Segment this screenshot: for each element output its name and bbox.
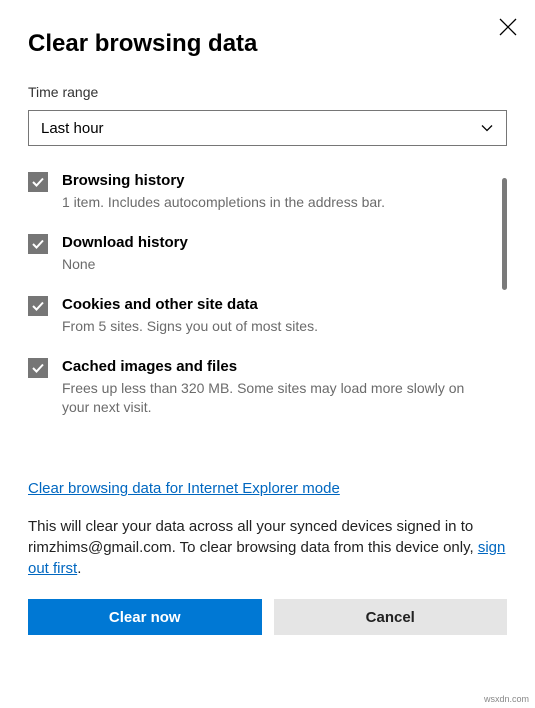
scrollbar[interactable] <box>502 178 507 290</box>
close-icon <box>499 18 517 36</box>
list-item: Cookies and other site data From 5 sites… <box>28 296 489 336</box>
watermark: wsxdn.com <box>484 694 529 704</box>
check-icon <box>31 175 45 189</box>
item-description: Frees up less than 320 MB. Some sites ma… <box>62 379 489 417</box>
checkbox-browsing-history[interactable] <box>28 172 48 192</box>
list-item: Download history None <box>28 234 489 274</box>
sync-notice: This will clear your data across all you… <box>28 516 507 579</box>
checkbox-download-history[interactable] <box>28 234 48 254</box>
item-description: 1 item. Includes autocompletions in the … <box>62 193 489 212</box>
ie-mode-link[interactable]: Clear browsing data for Internet Explore… <box>28 480 340 497</box>
check-icon <box>31 299 45 313</box>
list-item: Browsing history 1 item. Includes autoco… <box>28 172 489 212</box>
sync-text-part1: This will clear your data across all you… <box>28 518 478 556</box>
cancel-button[interactable]: Cancel <box>274 599 508 635</box>
checkbox-cookies[interactable] <box>28 296 48 316</box>
list-item: Cached images and files Frees up less th… <box>28 358 489 417</box>
data-types-list: Browsing history 1 item. Includes autoco… <box>28 172 507 448</box>
item-title: Download history <box>62 234 489 251</box>
clear-now-button[interactable]: Clear now <box>28 599 262 635</box>
item-description: From 5 sites. Signs you out of most site… <box>62 317 489 336</box>
time-range-select[interactable]: Last hour <box>28 110 507 146</box>
check-icon <box>31 361 45 375</box>
close-button[interactable] <box>499 18 517 36</box>
item-description: None <box>62 255 489 274</box>
dialog-title: Clear browsing data <box>28 30 507 58</box>
time-range-value: Last hour <box>41 120 104 137</box>
time-range-label: Time range <box>28 84 507 100</box>
checkbox-cached-files[interactable] <box>28 358 48 378</box>
item-title: Cached images and files <box>62 358 489 375</box>
check-icon <box>31 237 45 251</box>
chevron-down-icon <box>480 121 494 135</box>
item-title: Browsing history <box>62 172 489 189</box>
sync-text-part2: . <box>77 560 81 577</box>
item-title: Cookies and other site data <box>62 296 489 313</box>
